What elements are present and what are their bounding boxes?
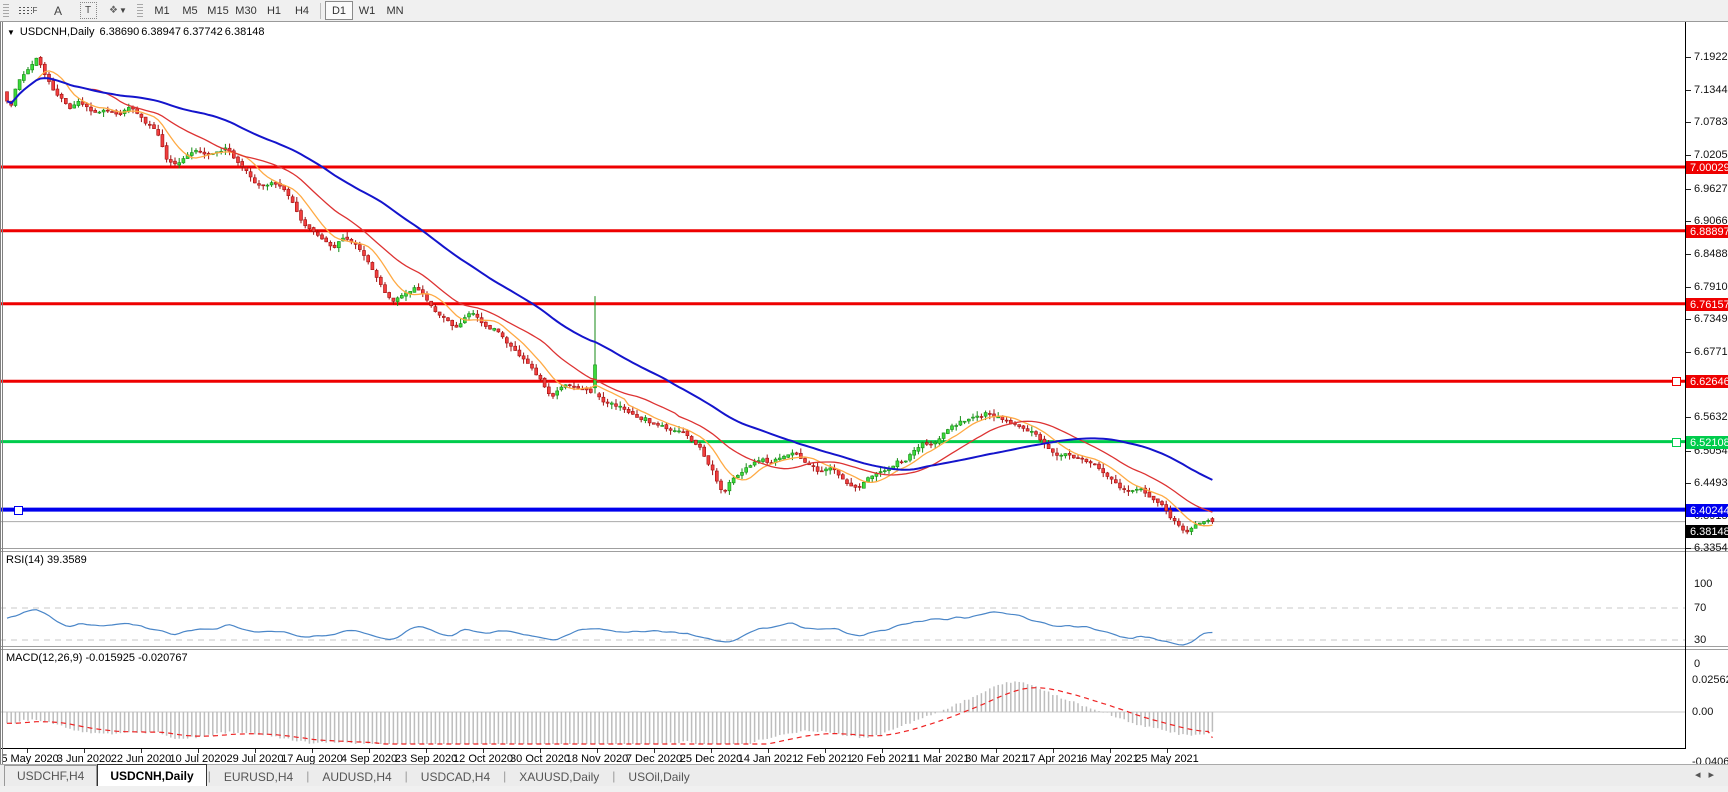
price-tick-label: 6.44930	[1694, 477, 1728, 489]
text-tool-button[interactable]: A	[44, 1, 72, 20]
ohlc-high: 6.38947	[141, 26, 182, 38]
price-line-label: 6.88897	[1686, 225, 1728, 238]
toolbar-grip-2[interactable]	[137, 3, 143, 18]
price-tick-mark	[1686, 352, 1691, 353]
date-axis-border	[0, 748, 1686, 749]
price-tick-mark	[1686, 189, 1691, 190]
chart-tab-usoil[interactable]: USOil,Daily	[616, 767, 701, 787]
symbol-dropdown-marker[interactable]: ▼	[7, 28, 15, 37]
rsi-axis-label: 0	[1694, 658, 1701, 670]
rsi-axis-label: 70	[1694, 602, 1707, 614]
window-left-edge-2	[2, 22, 3, 764]
fibonacci-icon[interactable]: F	[14, 1, 42, 20]
price-line-label: 6.76157	[1686, 298, 1728, 311]
price-line-label: 6.52108	[1686, 436, 1728, 449]
price-tick-mark	[1686, 287, 1691, 288]
rsi-panel[interactable]	[0, 552, 1685, 646]
chart-tab-audusd[interactable]: AUDUSD,H4	[310, 767, 403, 787]
macd-axis-label: 0.00	[1692, 706, 1714, 718]
price-line-label: 7.00029	[1686, 161, 1728, 174]
price-tick-label: 6.84880	[1694, 248, 1728, 260]
chart-tab-usdcnh[interactable]: USDCNH,Daily	[97, 764, 207, 787]
price-tick-label: 6.33540	[1694, 542, 1728, 554]
price-tick-mark	[1686, 122, 1691, 123]
timeframe-button-M30[interactable]: M30	[232, 1, 260, 20]
chart-tab-xauusd[interactable]: XAUUSD,Daily	[507, 767, 611, 787]
timeframe-button-M5[interactable]: M5	[176, 1, 204, 20]
timeframe-button-M15[interactable]: M15	[204, 1, 232, 20]
line-handle[interactable]	[1672, 377, 1681, 386]
price-tick-mark	[1686, 254, 1691, 255]
price-tick-mark	[1686, 417, 1691, 418]
price-tick-label: 6.96270	[1694, 183, 1728, 195]
timeframe-separator	[320, 2, 321, 19]
chart-tab-bar: USDCHF,H4 USDCNH,Daily | EURUSD,H4 | AUDUSD,H…	[0, 764, 1728, 787]
chart-tab-eurusd[interactable]: EURUSD,H4	[212, 767, 305, 787]
chart-window: ▼ USDCNH,Daily 6.38690 6.38947 6.37742 6…	[0, 22, 1728, 792]
price-line-label: 6.38148	[1686, 525, 1728, 538]
arrows-tool-button[interactable]: ❖ ▼	[104, 1, 132, 20]
line-handle[interactable]	[14, 506, 23, 515]
price-tick-mark	[1686, 155, 1691, 156]
chart-tab-usdchf[interactable]: USDCHF,H4	[4, 765, 98, 787]
price-tick-mark	[1686, 451, 1691, 452]
price-tick-label: 7.02050	[1694, 149, 1728, 161]
symbol-name: USDCNH,Daily	[19, 26, 95, 38]
price-line-label: 6.62646	[1686, 375, 1728, 388]
price-tick-label: 7.19220	[1694, 51, 1728, 63]
rsi-label: RSI(14) 39.3589	[6, 554, 87, 566]
arrows-icon: ❖	[109, 5, 119, 16]
price-tick-label: 7.07830	[1694, 116, 1728, 128]
price-tick-mark	[1686, 221, 1691, 222]
window-left-edge	[0, 22, 1, 764]
price-tick-label: 6.79100	[1694, 281, 1728, 293]
chart-title: ▼ USDCNH,Daily 6.38690 6.38947 6.37742 6…	[7, 26, 265, 38]
timeframe-button-M1[interactable]: M1	[148, 1, 176, 20]
macd-label: MACD(12,26,9) -0.015925 -0.020767	[6, 652, 188, 664]
mt4-window: F A T ❖ ▼ M1 M5 M15 M30 H1 H4 D1 W1 MN ▼ USDCNH,…	[0, 0, 1728, 792]
timeframe-button-MN[interactable]: MN	[381, 1, 409, 20]
timeframe-button-D1[interactable]: D1	[325, 1, 353, 20]
price-tick-label: 6.56320	[1694, 411, 1728, 423]
fibonacci-glyph	[18, 7, 32, 14]
price-tick-mark	[1686, 90, 1691, 91]
price-tick-label: 6.73490	[1694, 313, 1728, 325]
chevron-down-icon: ▼	[119, 6, 127, 15]
macd-panel[interactable]	[0, 650, 1685, 748]
timeframe-bar: M1 M5 M15 M30 H1 H4 D1 W1 MN	[148, 1, 409, 20]
price-tick-mark	[1686, 57, 1691, 58]
timeframe-button-H4[interactable]: H4	[288, 1, 316, 20]
timeframe-button-W1[interactable]: W1	[353, 1, 381, 20]
fibonacci-f-label: F	[32, 6, 38, 15]
main-chart-area[interactable]	[0, 22, 1685, 548]
bottom-strip	[0, 786, 1728, 792]
label-tool-button[interactable]: T	[74, 1, 102, 20]
price-tick-mark	[1686, 319, 1691, 320]
ohlc-open: 6.38690	[99, 26, 140, 38]
label-tool-icon: T	[79, 2, 97, 19]
price-tick-label: 6.67710	[1694, 346, 1728, 358]
tab-scroll-arrows[interactable]: ◂▸	[1695, 768, 1722, 781]
price-tick-mark	[1686, 548, 1691, 549]
rsi-axis-label: 100	[1694, 578, 1713, 590]
ohlc-close: 6.38148	[224, 26, 265, 38]
timeframe-button-H1[interactable]: H1	[260, 1, 288, 20]
macd-axis-label: 0.025623	[1692, 674, 1728, 687]
line-handle[interactable]	[1672, 438, 1681, 447]
chart-tab-usdcad[interactable]: USDCAD,H4	[409, 767, 502, 787]
price-tick-label: 7.13440	[1694, 84, 1728, 96]
ohlc-low: 6.37742	[183, 26, 223, 38]
rsi-axis-label: 30	[1694, 634, 1707, 646]
top-toolbar: F A T ❖ ▼ M1 M5 M15 M30 H1 H4 D1 W1 MN	[0, 0, 1728, 22]
price-line-label: 6.40244	[1686, 504, 1728, 517]
price-tick-mark	[1686, 483, 1691, 484]
toolbar-grip[interactable]	[3, 3, 9, 18]
